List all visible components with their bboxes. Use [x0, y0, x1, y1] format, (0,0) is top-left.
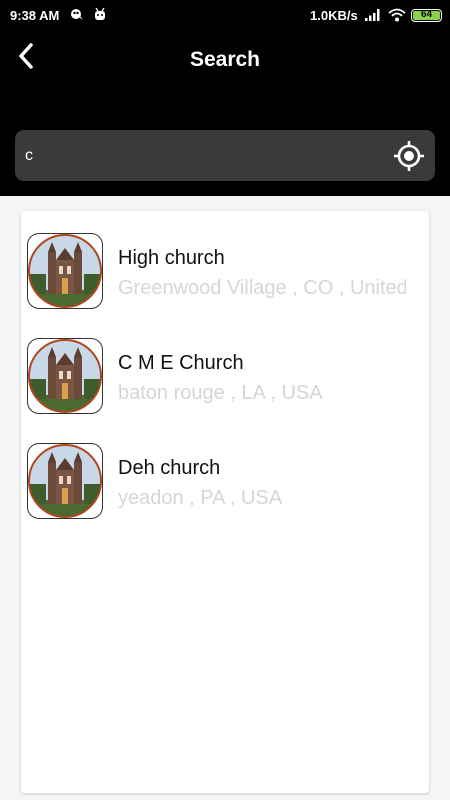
android-icon: [95, 8, 105, 20]
list-item[interactable]: High church Greenwood Village , CO , Uni…: [21, 211, 429, 311]
list-item[interactable]: C M E Church baton rouge , LA , USA: [21, 316, 429, 416]
result-address: yeadon , PA , USA: [118, 487, 283, 509]
status-time: 9:38 AM: [10, 8, 60, 23]
battery-icon: 64: [411, 9, 442, 22]
result-address: Greenwood Village , CO , United States: [118, 277, 406, 299]
result-name: High church: [118, 247, 225, 269]
gps-target-icon[interactable]: [393, 140, 425, 172]
church-thumbnail: [27, 443, 103, 519]
network-speed: 1.0KB/s: [310, 8, 358, 23]
result-address: baton rouge , LA , USA: [118, 382, 323, 404]
signal-icon: [365, 9, 380, 21]
search-input[interactable]: [25, 140, 375, 171]
church-image-icon: [28, 444, 102, 518]
result-name: C M E Church: [118, 352, 244, 374]
notification-icon: [71, 9, 83, 20]
header: Search: [0, 30, 450, 196]
wifi-icon: [388, 8, 406, 22]
church-thumbnail: [27, 233, 103, 309]
search-box[interactable]: [15, 130, 435, 181]
status-bar: 9:38 AM 1.0KB/s 64: [0, 0, 450, 30]
church-image-icon: [28, 339, 102, 413]
church-thumbnail: [27, 338, 103, 414]
list-item[interactable]: Deh church yeadon , PA , USA: [21, 421, 429, 521]
page-title: Search: [189, 48, 261, 71]
result-name: Deh church: [118, 457, 221, 479]
results-list: High church Greenwood Village , CO , Uni…: [21, 211, 429, 793]
battery-level: 64: [420, 9, 433, 20]
church-image-icon: [28, 234, 102, 308]
